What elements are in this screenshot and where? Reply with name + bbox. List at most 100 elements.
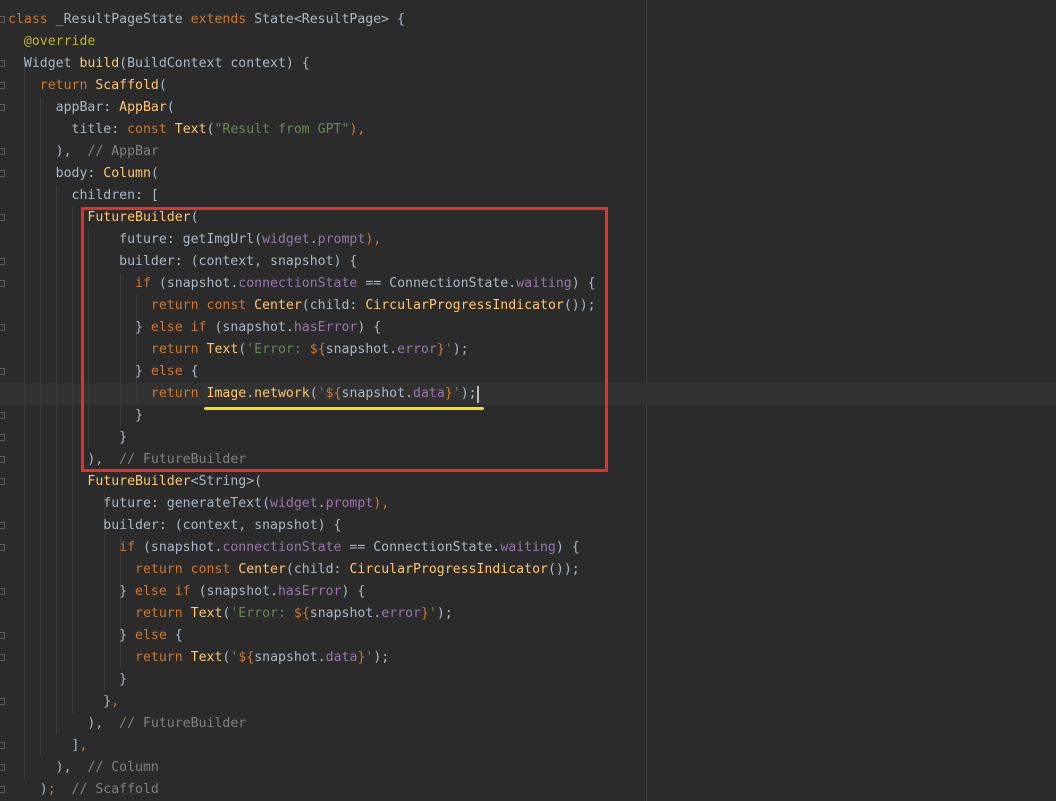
code-token: ) { <box>341 584 366 599</box>
code-token: snapshot. <box>341 386 414 401</box>
code-line[interactable]: builder: (context, snapshot) { <box>8 251 357 273</box>
fold-marker[interactable] <box>0 742 5 749</box>
code-token: builder: (context, snapshot) { <box>8 254 358 269</box>
code-line[interactable]: return Text('Error: ${snapshot.error}'); <box>8 603 453 625</box>
fold-marker[interactable] <box>0 170 5 177</box>
fold-marker[interactable] <box>0 522 5 529</box>
code-token: ) { <box>357 320 382 335</box>
code-token: ( <box>166 100 175 115</box>
code-line[interactable]: } else if (snapshot.hasError) { <box>8 317 381 339</box>
code-line[interactable]: if (snapshot.connectionState == Connecti… <box>8 537 580 559</box>
code-token: } <box>8 584 136 599</box>
fold-marker[interactable] <box>0 16 5 23</box>
code-token: } <box>436 342 445 357</box>
code-line[interactable]: FutureBuilder( <box>8 207 198 229</box>
text-cursor <box>476 386 479 403</box>
code-line[interactable]: } <box>8 669 127 691</box>
code-token: ); <box>373 650 390 665</box>
fold-marker[interactable] <box>0 280 5 287</box>
code-line[interactable]: ), // FutureBuilder <box>8 449 246 471</box>
code-token: return <box>150 386 199 401</box>
code-token: ); <box>452 342 469 357</box>
code-line[interactable]: return Image.network('${snapshot.data}')… <box>8 383 477 405</box>
code-line[interactable]: if (snapshot.connectionState == Connecti… <box>8 273 596 295</box>
code-line[interactable]: future: getImgUrl(widget.prompt), <box>8 229 381 251</box>
code-line[interactable]: ); // Scaffold <box>8 779 159 801</box>
fold-marker[interactable] <box>0 654 5 661</box>
code-line[interactable]: children: [ <box>8 185 159 207</box>
fold-marker[interactable] <box>0 368 5 375</box>
code-line[interactable]: ), // AppBar <box>8 141 159 163</box>
code-token: ), <box>8 452 104 467</box>
fold-marker[interactable] <box>0 324 5 331</box>
fold-marker[interactable] <box>0 588 5 595</box>
code-token: Text <box>174 122 207 137</box>
fold-marker[interactable] <box>0 82 5 89</box>
code-line[interactable]: } else { <box>8 625 183 647</box>
fold-marker[interactable] <box>0 214 5 221</box>
fold-marker[interactable] <box>0 698 5 705</box>
code-token: snapshot. <box>309 606 382 621</box>
fold-marker[interactable] <box>0 60 5 67</box>
code-token: future: generateText( <box>8 496 271 511</box>
code-line[interactable]: } else if (snapshot.hasError) { <box>8 581 365 603</box>
code-token: FutureBuilder <box>87 210 191 225</box>
code-token: snapshot. <box>325 342 398 357</box>
fold-marker[interactable] <box>0 258 5 265</box>
code-token: widget <box>262 232 310 247</box>
fold-marker[interactable] <box>0 544 5 551</box>
code-line[interactable]: return Text('${snapshot.data}'); <box>8 647 389 669</box>
code-line[interactable]: ], <box>8 735 88 757</box>
code-token: ${ <box>309 342 326 357</box>
fold-marker[interactable] <box>0 412 5 419</box>
code-line[interactable]: } <box>8 405 143 427</box>
code-token: ()); <box>547 562 580 577</box>
code-line[interactable]: body: Column( <box>8 163 159 185</box>
code-editor[interactable]: class _ResultPageState extends State<Res… <box>0 0 1056 801</box>
code-line[interactable]: return const Center(child: CircularProgr… <box>8 295 596 317</box>
code-line[interactable]: return const Center(child: CircularProgr… <box>8 559 580 581</box>
code-line[interactable]: ), // FutureBuilder <box>8 713 246 735</box>
yellow-underline-annotation <box>204 407 484 410</box>
code-line[interactable]: ), // Column <box>8 757 159 779</box>
code-line[interactable]: appBar: AppBar( <box>8 97 175 119</box>
code-line[interactable]: Widget build(BuildContext context) { <box>8 53 310 75</box>
code-token: return <box>135 650 183 665</box>
code-line[interactable]: }, <box>8 691 119 713</box>
code-line[interactable]: title: const Text("Result from GPT"), <box>8 119 366 141</box>
fold-marker[interactable] <box>0 104 5 111</box>
code-line[interactable]: return Scaffold( <box>8 75 167 97</box>
code-token: ); <box>436 606 453 621</box>
fold-marker[interactable] <box>0 434 5 441</box>
fold-marker[interactable] <box>0 148 5 155</box>
code-token: State<ResultPage> { <box>246 12 405 27</box>
code-line[interactable]: } <box>8 427 127 449</box>
fold-marker[interactable] <box>0 456 5 463</box>
code-token: connectionState <box>238 276 358 291</box>
fold-marker[interactable] <box>0 786 5 793</box>
fold-marker[interactable] <box>0 632 5 639</box>
code-token: ), <box>8 144 72 159</box>
code-token: else <box>150 364 183 379</box>
code-line[interactable]: @override <box>8 31 95 53</box>
code-token: ), <box>373 496 390 511</box>
code-token: == ConnectionState. <box>357 276 517 291</box>
code-token: { <box>182 364 199 379</box>
fold-marker[interactable] <box>0 764 5 771</box>
code-line[interactable]: builder: (context, snapshot) { <box>8 515 341 537</box>
code-token: (snapshot. <box>135 540 223 555</box>
code-line[interactable]: return Text('Error: ${snapshot.error}'); <box>8 339 469 361</box>
code-line[interactable]: FutureBuilder<String>( <box>8 471 262 493</box>
code-token: CircularProgressIndicator <box>365 298 564 313</box>
code-line[interactable]: future: generateText(widget.prompt), <box>8 493 389 515</box>
code-token: return <box>39 78 88 93</box>
code-line[interactable]: } else { <box>8 361 199 383</box>
fold-marker[interactable] <box>0 478 5 485</box>
code-token: . <box>309 232 318 247</box>
code-line[interactable]: class _ResultPageState extends State<Res… <box>8 9 405 31</box>
